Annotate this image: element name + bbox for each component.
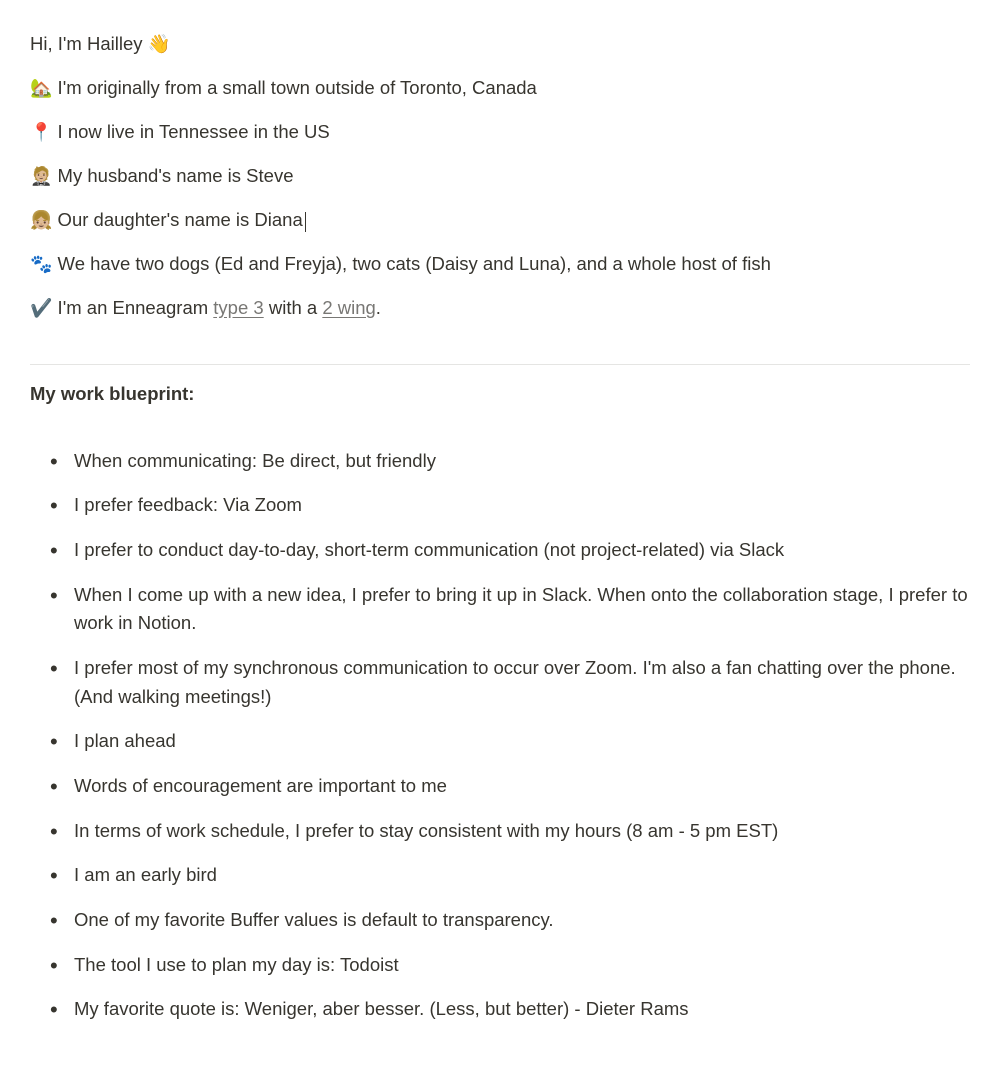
- intro-location: 📍 I now live in Tennessee in the US: [30, 118, 970, 146]
- enneagram-type-link[interactable]: type 3: [213, 297, 263, 318]
- list-item: I prefer most of my synchronous communic…: [46, 654, 970, 711]
- enneagram-prefix: I'm an Enneagram: [52, 297, 213, 318]
- list-item: When communicating: Be direct, but frien…: [46, 447, 970, 476]
- pin-icon: 📍: [30, 122, 52, 142]
- girl-icon: 👧🏼: [30, 210, 52, 230]
- intro-origin: 🏡 I'm originally from a small town outsi…: [30, 74, 970, 102]
- text-cursor-icon: [305, 212, 306, 232]
- intro-daughter-text: Our daughter's name is Diana: [52, 209, 302, 230]
- intro-greeting: Hi, I'm Hailley 👋: [30, 30, 970, 58]
- section-divider: [30, 364, 970, 365]
- intro-location-text: I now live in Tennessee in the US: [52, 121, 329, 142]
- list-item: When I come up with a new idea, I prefer…: [46, 581, 970, 638]
- intro-greeting-text: Hi, I'm Hailley 👋: [30, 33, 171, 54]
- list-item: I prefer to conduct day-to-day, short-te…: [46, 536, 970, 565]
- enneagram-suffix: .: [376, 297, 381, 318]
- blueprint-heading: My work blueprint:: [30, 383, 970, 405]
- intro-section: Hi, I'm Hailley 👋 🏡 I'm originally from …: [30, 30, 970, 322]
- intro-pets: 🐾 We have two dogs (Ed and Freyja), two …: [30, 250, 970, 278]
- intro-daughter: 👧🏼 Our daughter's name is Diana: [30, 206, 970, 234]
- list-item: I prefer feedback: Via Zoom: [46, 491, 970, 520]
- intro-husband: 🤵🏼 My husband's name is Steve: [30, 162, 970, 190]
- house-icon: 🏡: [30, 78, 52, 98]
- blueprint-list: When communicating: Be direct, but frien…: [30, 447, 970, 1024]
- tuxedo-icon: 🤵🏼: [30, 166, 52, 186]
- intro-husband-text: My husband's name is Steve: [52, 165, 293, 186]
- list-item: The tool I use to plan my day is: Todois…: [46, 951, 970, 980]
- list-item: Words of encouragement are important to …: [46, 772, 970, 801]
- paw-icon: 🐾: [30, 254, 52, 274]
- check-icon: ✔️: [30, 298, 52, 318]
- intro-enneagram: ✔️ I'm an Enneagram type 3 with a 2 wing…: [30, 294, 970, 322]
- list-item: One of my favorite Buffer values is defa…: [46, 906, 970, 935]
- list-item: I am an early bird: [46, 861, 970, 890]
- list-item: In terms of work schedule, I prefer to s…: [46, 817, 970, 846]
- list-item: My favorite quote is: Weniger, aber bess…: [46, 995, 970, 1024]
- intro-pets-text: We have two dogs (Ed and Freyja), two ca…: [52, 253, 770, 274]
- list-item: I plan ahead: [46, 727, 970, 756]
- intro-origin-text: I'm originally from a small town outside…: [52, 77, 536, 98]
- enneagram-mid: with a: [264, 297, 323, 318]
- enneagram-wing-link[interactable]: 2 wing: [322, 297, 375, 318]
